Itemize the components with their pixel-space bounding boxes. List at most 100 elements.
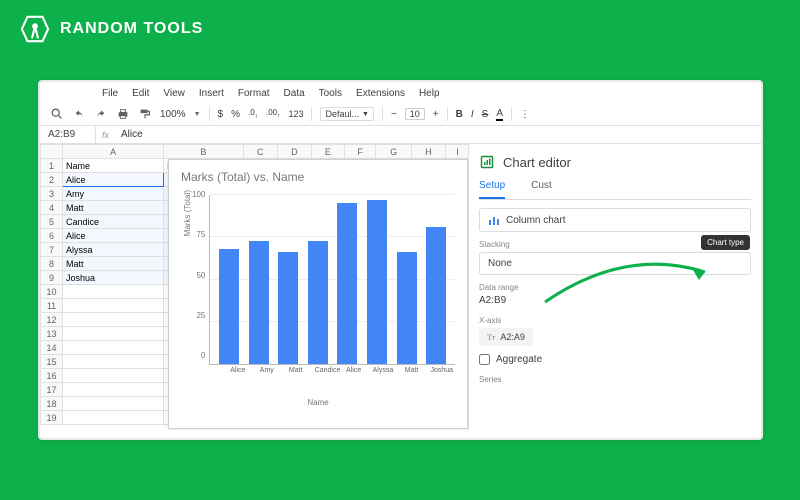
print-icon[interactable]	[116, 107, 130, 121]
x-tick: Candice	[315, 367, 335, 374]
row-head[interactable]: 1	[41, 159, 63, 173]
cell[interactable]	[63, 299, 164, 313]
chart-bar	[249, 241, 269, 364]
cell[interactable]	[63, 285, 164, 299]
dec-decrease-button[interactable]: .0↓	[248, 108, 258, 120]
menu-view[interactable]: View	[163, 88, 185, 99]
currency-button[interactable]: $	[218, 109, 224, 120]
font-dec-button[interactable]: −	[391, 109, 397, 120]
cell[interactable]: Name	[63, 159, 164, 173]
menu-edit[interactable]: Edit	[132, 88, 149, 99]
cell[interactable]: Alice	[63, 229, 164, 243]
y-axis-label: Marks (Total)	[181, 190, 192, 236]
redo-icon[interactable]	[94, 107, 108, 121]
row-head[interactable]: 10	[41, 285, 63, 299]
aggregate-checkbox[interactable]: Aggregate	[479, 354, 751, 365]
font-size-input[interactable]: 10	[405, 108, 425, 120]
bold-button[interactable]: B	[456, 109, 463, 120]
col-head[interactable]: I	[445, 145, 468, 159]
formula-bar[interactable]: Alice	[115, 126, 149, 143]
font-select[interactable]: Defaul...▼	[320, 107, 373, 121]
spreadsheet-grid[interactable]: ABCDEFGHI1NameMarks2Alice3Amy4Matt5Candi…	[40, 144, 468, 430]
text-color-button[interactable]: A	[496, 108, 503, 121]
zoom-select[interactable]: 100%	[160, 109, 186, 120]
font-inc-button[interactable]: +	[433, 109, 439, 120]
col-head[interactable]: H	[411, 145, 445, 159]
row-head[interactable]: 11	[41, 299, 63, 313]
search-icon[interactable]	[50, 107, 64, 121]
stacking-select[interactable]: None	[479, 252, 751, 275]
sheets-window: File Edit View Insert Format Data Tools …	[38, 80, 763, 440]
col-head[interactable]: E	[311, 145, 344, 159]
cell[interactable]	[63, 313, 164, 327]
datarange-value[interactable]: A2:B9	[479, 295, 751, 306]
cell[interactable]: Amy	[63, 187, 164, 201]
chart-title: Marks (Total) vs. Name	[181, 170, 455, 184]
col-head[interactable]: A	[63, 145, 164, 159]
tab-customize[interactable]: Cust	[531, 180, 552, 199]
dec-increase-button[interactable]: .00↑	[266, 108, 280, 120]
row-head[interactable]: 16	[41, 369, 63, 383]
col-head[interactable]: G	[376, 145, 411, 159]
cell[interactable]: Alice	[63, 173, 164, 187]
cell[interactable]: Matt	[63, 257, 164, 271]
menu-file[interactable]: File	[102, 88, 118, 99]
fx-icon: fx	[96, 130, 115, 140]
toolbar-more-button[interactable]: ⋮	[520, 109, 530, 120]
menu-format[interactable]: Format	[238, 88, 270, 99]
cell[interactable]	[63, 341, 164, 355]
row-head[interactable]: 5	[41, 215, 63, 229]
menu-data[interactable]: Data	[284, 88, 305, 99]
strike-button[interactable]: S	[482, 109, 489, 120]
menu-extensions[interactable]: Extensions	[356, 88, 405, 99]
percent-button[interactable]: %	[231, 109, 240, 120]
brand-title: RANDOM TOOLS	[60, 20, 203, 38]
menu-tools[interactable]: Tools	[319, 88, 342, 99]
cell[interactable]: Matt	[63, 201, 164, 215]
row-head[interactable]: 15	[41, 355, 63, 369]
namebox-row: A2:B9 fx Alice	[40, 126, 761, 144]
embedded-chart[interactable]: Marks (Total) vs. Name Marks (Total) 100…	[168, 159, 468, 429]
row-head[interactable]: 17	[41, 383, 63, 397]
row-head[interactable]: 19	[41, 411, 63, 425]
row-head[interactable]: 12	[41, 313, 63, 327]
tab-setup[interactable]: Setup	[479, 180, 505, 199]
cell[interactable]	[63, 355, 164, 369]
italic-button[interactable]: I	[471, 109, 474, 120]
col-head[interactable]: C	[243, 145, 277, 159]
cell[interactable]	[63, 369, 164, 383]
y-tick: 25	[196, 311, 205, 320]
row-head[interactable]: 3	[41, 187, 63, 201]
row-head[interactable]: 6	[41, 229, 63, 243]
col-head[interactable]: D	[277, 145, 311, 159]
paint-format-icon[interactable]	[138, 107, 152, 121]
cell[interactable]: Alyssa	[63, 243, 164, 257]
row-head[interactable]: 18	[41, 397, 63, 411]
undo-icon[interactable]	[72, 107, 86, 121]
row-head[interactable]: 2	[41, 173, 63, 187]
cell[interactable]	[63, 411, 164, 425]
col-head[interactable]: B	[164, 145, 244, 159]
cell[interactable]	[63, 397, 164, 411]
menu-help[interactable]: Help	[419, 88, 440, 99]
row-head[interactable]: 7	[41, 243, 63, 257]
row-head[interactable]: 13	[41, 327, 63, 341]
row-head[interactable]: 8	[41, 257, 63, 271]
row-head[interactable]: 4	[41, 201, 63, 215]
chart-type-select[interactable]: Column chart Chart type	[479, 208, 751, 232]
series-label: Series	[479, 375, 751, 384]
numfmt-button[interactable]: 123	[288, 109, 303, 119]
row-head[interactable]: 9	[41, 271, 63, 285]
cell[interactable]: Joshua	[63, 271, 164, 285]
cell[interactable]: Candice	[63, 215, 164, 229]
cell[interactable]	[63, 383, 164, 397]
col-head[interactable]: F	[344, 145, 376, 159]
cell[interactable]	[63, 327, 164, 341]
chart-type-tooltip: Chart type	[701, 235, 750, 250]
name-box[interactable]: A2:B9	[40, 126, 96, 143]
chart-bar	[278, 252, 298, 364]
xaxis-chip[interactable]: Tᴛ A2:A9	[479, 328, 533, 346]
row-head[interactable]: 14	[41, 341, 63, 355]
menu-insert[interactable]: Insert	[199, 88, 224, 99]
brand-logo-icon	[20, 14, 50, 44]
